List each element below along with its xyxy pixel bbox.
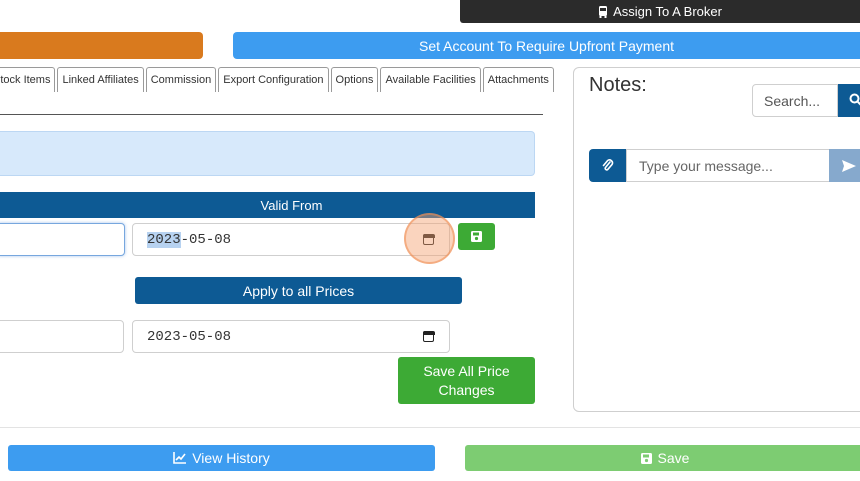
tab-bar: Stock Items Linked Affiliates Commission… bbox=[0, 67, 554, 92]
upfront-payment-label: Set Account To Require Upfront Payment bbox=[419, 37, 674, 54]
valid-from-header: Valid From bbox=[0, 192, 535, 218]
save-all-label: Save All Price Changes bbox=[423, 362, 510, 398]
line-chart-icon bbox=[173, 452, 187, 464]
floppy-disk-icon bbox=[640, 452, 652, 464]
notes-search-input[interactable]: Search... bbox=[752, 84, 838, 117]
bulk-price-input[interactable] bbox=[0, 320, 124, 353]
valid-from-date-input[interactable]: 2023 -05-08 bbox=[132, 223, 450, 256]
message-placeholder: Type your message... bbox=[639, 157, 773, 174]
save-row-button[interactable] bbox=[458, 223, 495, 250]
notes-title: Notes: bbox=[589, 74, 647, 96]
save-all-price-changes-button[interactable]: Save All Price Changes bbox=[398, 357, 535, 404]
send-button[interactable] bbox=[829, 149, 860, 182]
info-panel bbox=[0, 131, 535, 176]
paperclip-icon bbox=[602, 158, 613, 171]
tab-attachments[interactable]: Attachments bbox=[482, 67, 554, 92]
tab-commission[interactable]: Commission bbox=[145, 67, 217, 92]
valid-from-label: Valid From bbox=[260, 197, 323, 213]
tab-label: Linked Affiliates bbox=[62, 74, 139, 86]
floppy-disk-icon bbox=[471, 231, 482, 242]
save-label: Save bbox=[657, 450, 690, 466]
tab-label: Attachments bbox=[487, 74, 549, 86]
tab-options[interactable]: Options bbox=[330, 67, 379, 92]
search-icon bbox=[849, 93, 860, 106]
apply-to-all-label: Apply to all Prices bbox=[242, 282, 355, 299]
notes-panel bbox=[573, 67, 860, 412]
message-input[interactable]: Type your message... bbox=[626, 149, 830, 182]
click-indicator bbox=[404, 213, 455, 264]
notes-search-button[interactable] bbox=[838, 84, 860, 117]
send-icon bbox=[842, 159, 856, 172]
tab-label: Stock Items bbox=[0, 74, 51, 86]
upfront-payment-button[interactable]: Set Account To Require Upfront Payment bbox=[233, 32, 860, 59]
tab-label: Available Facilities bbox=[385, 74, 476, 86]
view-history-button[interactable]: View History bbox=[8, 445, 435, 471]
footer-divider bbox=[0, 427, 860, 428]
view-history-label: View History bbox=[192, 450, 270, 466]
bus-icon bbox=[599, 5, 608, 18]
attach-button[interactable] bbox=[589, 149, 626, 182]
date-rest-segment[interactable]: -05-08 bbox=[181, 232, 231, 248]
apply-to-all-prices-button[interactable]: Apply to all Prices bbox=[135, 277, 462, 304]
bulk-valid-from-date-input[interactable]: 2023-05-08 bbox=[132, 320, 450, 353]
bulk-date-value: 2023-05-08 bbox=[147, 328, 232, 345]
tab-label: Commission bbox=[150, 74, 212, 86]
save-button[interactable]: Save bbox=[465, 445, 860, 471]
calendar-icon[interactable] bbox=[422, 330, 435, 342]
tab-divider bbox=[0, 114, 543, 115]
assign-broker-label: Assign To A Broker bbox=[613, 4, 722, 19]
orange-action-button[interactable] bbox=[0, 32, 203, 59]
date-year-segment[interactable]: 2023 bbox=[147, 231, 181, 248]
tab-stock-items[interactable]: Stock Items bbox=[0, 67, 56, 92]
tab-linked-affiliates[interactable]: Linked Affiliates bbox=[57, 67, 144, 92]
search-placeholder: Search... bbox=[764, 92, 821, 109]
assign-broker-button[interactable]: Assign To A Broker bbox=[460, 0, 860, 23]
tab-available-facilities[interactable]: Available Facilities bbox=[380, 67, 481, 92]
tab-export-configuration[interactable]: Export Configuration bbox=[218, 67, 329, 92]
tab-label: Options bbox=[335, 74, 374, 86]
price-input[interactable] bbox=[0, 223, 125, 256]
tab-label: Export Configuration bbox=[223, 74, 324, 86]
